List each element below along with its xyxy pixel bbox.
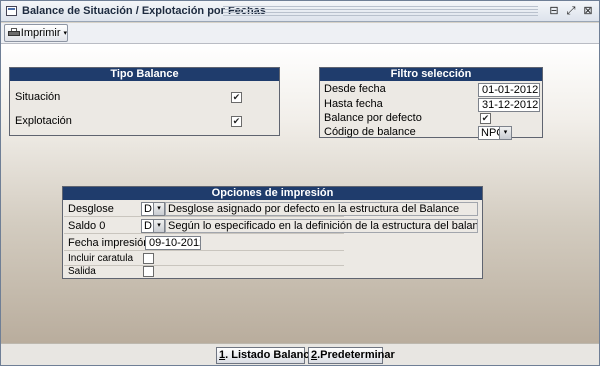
salida-label: Salida [68, 265, 96, 277]
desde-label: Desde fecha [324, 83, 386, 95]
filtro-panel: Filtro selección Desde fecha 01-01-2012 … [319, 67, 543, 140]
printer-icon [8, 28, 20, 38]
saldo-description: Según lo especificado en la definición d… [165, 219, 478, 233]
listado-balances-button[interactable]: 1. Listado Balances [216, 347, 322, 364]
desglose-label: Desglose [68, 203, 114, 215]
fecha-impresion-field[interactable]: 09-10-2012 [145, 236, 201, 250]
hasta-fecha-field[interactable]: 31-12-2012 [478, 98, 540, 112]
hasta-label: Hasta fecha [324, 98, 383, 110]
defecto-label: Balance por defecto [324, 112, 422, 124]
defecto-checkbox[interactable]: ✔ [480, 113, 491, 124]
explotacion-label: Explotación [15, 115, 72, 127]
codigo-value: NPG [481, 127, 505, 139]
explotacion-checkbox[interactable]: ✔ [231, 116, 242, 127]
fecha-label: Fecha impresión [68, 237, 150, 249]
saldo-code: D [144, 220, 152, 232]
codigo-balance-select[interactable]: NPG ▾ [478, 126, 512, 140]
chevron-down-icon[interactable]: ▾ [153, 220, 164, 232]
form-area: Tipo Balance Situación ✔ Explotación ✔ F… [1, 44, 599, 343]
saldo-label: Saldo 0 [68, 220, 106, 232]
tipo-balance-panel: Tipo Balance Situación ✔ Explotación ✔ [9, 67, 280, 136]
footer-bar: 1. Listado Balances 2.Predeterminar [1, 343, 599, 365]
caratula-label: Incluir caratula [68, 252, 134, 264]
saldo-select[interactable]: D ▾ [141, 219, 165, 233]
desglose-select[interactable]: D ▾ [141, 202, 165, 216]
predet-label: .Predeterminar [317, 349, 395, 361]
opciones-panel: Opciones de impresión Desglose D ▾ Desgl… [62, 186, 483, 279]
print-label: Imprimir [20, 27, 61, 39]
chevron-down-icon: ▾ [63, 30, 67, 37]
opciones-header: Opciones de impresión [63, 187, 482, 200]
chevron-down-icon[interactable]: ▾ [499, 127, 511, 139]
maximize-icon[interactable]: ⤢ [564, 4, 578, 18]
salida-checkbox[interactable] [143, 266, 154, 277]
predeterminar-button[interactable]: 2.Predeterminar [308, 347, 395, 364]
situacion-label: Situación [15, 91, 61, 103]
title-bar[interactable]: Balance de Situación / Explotación por F… [1, 1, 599, 22]
caratula-checkbox[interactable] [143, 253, 154, 264]
toolbar: Imprimir ▾ [1, 23, 599, 44]
desglose-description: Desglose asignado por defecto en la estr… [165, 202, 478, 216]
window-icon [6, 6, 17, 16]
tipo-balance-header: Tipo Balance [10, 68, 279, 81]
chevron-down-icon[interactable]: ▾ [153, 203, 164, 215]
filtro-header: Filtro selección [320, 68, 542, 81]
codigo-label: Código de balance [324, 126, 416, 138]
print-button[interactable]: Imprimir ▾ [4, 24, 68, 42]
balance-window: Balance de Situación / Explotación por F… [0, 0, 600, 366]
close-icon[interactable]: ⊠ [581, 4, 595, 18]
situacion-checkbox[interactable]: ✔ [231, 92, 242, 103]
desglose-code: D [144, 203, 152, 215]
desde-fecha-field[interactable]: 01-01-2012 [478, 83, 540, 97]
minimize-icon[interactable]: ⊟ [547, 4, 561, 18]
title-grip [223, 6, 538, 17]
